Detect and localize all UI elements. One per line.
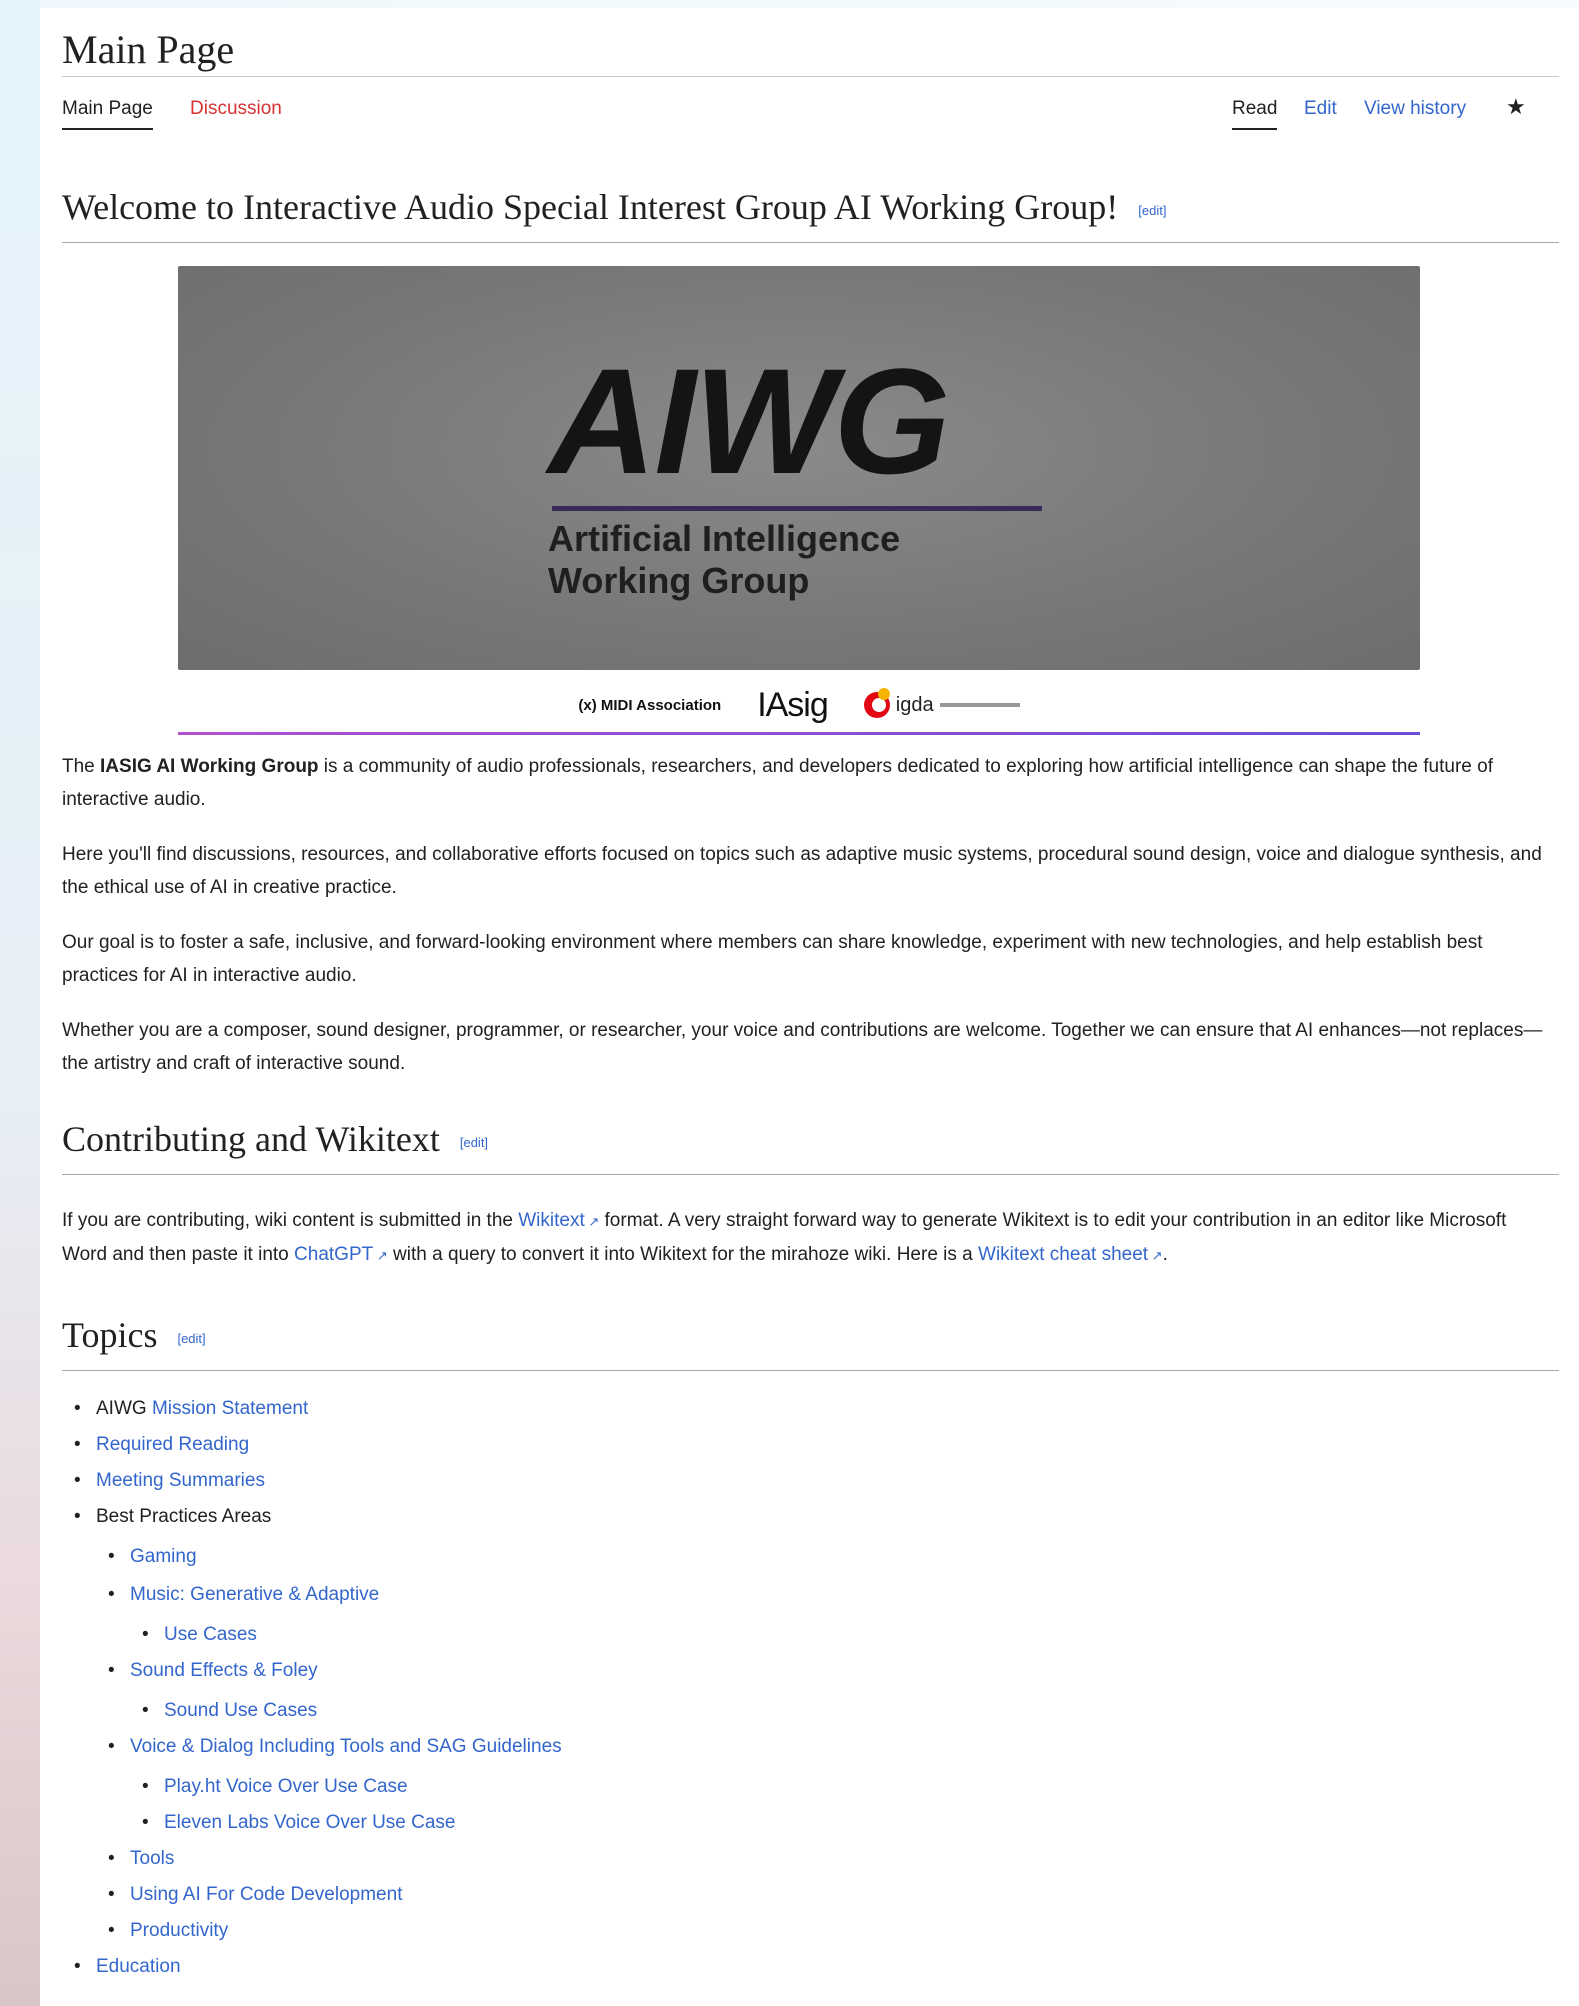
contributing-heading-text: Contributing and Wikitext [62,1119,440,1159]
aiwg-logo-subtitle: Artificial Intelligence Working Group [548,518,900,602]
partner-logos: (x) MIDI Association IAsig igda [178,676,1420,734]
intro-paragraph-3: Our goal is to foster a safe, inclusive,… [62,932,1483,986]
topic-link[interactable]: Gaming [130,1546,197,1567]
page-title: Main Page [62,27,235,72]
watch-star-icon[interactable]: ★ [1506,94,1526,128]
wiki-page: Main Page Main Page Discussion Read Edit… [40,8,1579,2006]
tab-read[interactable]: Read [1232,98,1278,130]
contributing-text-1: If you are contributing, wiki content is… [62,1210,519,1231]
igda-mark-icon [863,688,890,718]
intro-p1-bold: IASIG AI Working Group [100,756,319,777]
topic-link[interactable]: Sound Effects & Foley [130,1660,318,1681]
topic-list-item: Productivity [108,1920,228,1942]
intro-paragraph-1: The IASIG AI Working Group is a communit… [62,750,1552,816]
topic-link[interactable]: Eleven Labs Voice Over Use Case [164,1812,456,1833]
topic-list-item: Best Practices Areas [74,1506,272,1528]
contributing-divider [62,1174,1559,1175]
tab-view-history[interactable]: View history [1364,98,1466,128]
topic-link[interactable]: Play.ht Voice Over Use Case [164,1776,408,1797]
topic-list-item: Sound Effects & Foley [108,1660,318,1682]
topic-list-item: Using AI For Code Development [108,1884,403,1906]
topic-link[interactable]: Meeting Summaries [96,1470,265,1491]
intro-paragraph-2: Here you'll find discussions, resources,… [62,844,1542,898]
aiwg-subtitle-line2: Working Group [548,560,810,601]
intro-p1-pre: The [62,756,101,777]
topic-prefix: AIWG [96,1398,152,1419]
topic-list-item: Education [74,1956,181,1978]
topics-divider [62,1370,1559,1371]
topic-list-item: Meeting Summaries [74,1470,265,1492]
topic-list-item: Eleven Labs Voice Over Use Case [142,1812,456,1834]
topic-link[interactable]: Voice & Dialog Including Tools and SAG G… [130,1736,562,1757]
igda-logo: igda [863,688,1020,718]
topic-link[interactable]: Music: Generative & Adaptive [130,1584,379,1605]
topic-list-item: Tools [108,1848,175,1870]
topic-link[interactable]: Education [96,1956,181,1977]
aiwg-banner-image: AIWG Artificial Intelligence Working Gro… [178,266,1420,670]
external-link-icon: ↗ [584,1214,600,1229]
external-link-icon: ↗ [373,1248,388,1263]
welcome-heading-text: Welcome to Interactive Audio Special Int… [62,187,1119,227]
topic-link[interactable]: Required Reading [96,1434,249,1455]
topics-heading: Topics [edit] [62,1314,206,1356]
topic-list-item: Use Cases [142,1624,257,1646]
contributing-edit-link[interactable]: [edit] [460,1135,488,1150]
welcome-divider [62,242,1559,243]
page-tabs: Main Page Discussion Read Edit View hist… [62,94,1559,138]
topic-list-item: Play.ht Voice Over Use Case [142,1776,408,1798]
contributing-text-3: with a query to convert it into Wikitext… [387,1244,979,1265]
aiwg-subtitle-line1: Artificial Intelligence [548,518,901,559]
igda-logo-text: igda [895,693,934,716]
wikitext-link[interactable]: Wikitext [518,1210,585,1231]
welcome-heading: Welcome to Interactive Audio Special Int… [62,186,1166,228]
aiwg-logo-underline [552,506,1042,511]
topics-heading-text: Topics [62,1315,158,1355]
welcome-edit-link[interactable]: [edit] [1138,203,1166,218]
tab-main-page[interactable]: Main Page [62,98,153,130]
topic-link[interactable]: Productivity [130,1920,228,1941]
contributing-text-4: . [1162,1244,1168,1265]
title-divider [62,76,1559,77]
chatgpt-link[interactable]: ChatGPT [294,1244,373,1265]
banner-gradient-line [178,732,1420,735]
topic-list-item: Music: Generative & Adaptive [108,1584,379,1606]
topic-link[interactable]: Using AI For Code Development [130,1884,402,1905]
topic-link[interactable]: Mission Statement [152,1398,308,1419]
contributing-paragraph: If you are contributing, wiki content is… [62,1204,1552,1272]
topic-list-item: Voice & Dialog Including Tools and SAG G… [108,1736,562,1758]
topic-link[interactable]: Tools [130,1848,174,1869]
intro-paragraph-4: Whether you are a composer, sound design… [62,1020,1543,1074]
topic-list-item: AIWG Mission Statement [74,1398,308,1420]
midi-association-logo: (x) MIDI Association [578,696,722,714]
aiwg-logo-text: AIWG [548,337,950,505]
external-link-icon: ↗ [1148,1248,1163,1263]
tab-edit[interactable]: Edit [1304,98,1337,128]
topics-edit-link[interactable]: [edit] [177,1331,205,1346]
wikitext-cheat-sheet-link[interactable]: Wikitext cheat sheet [978,1244,1148,1265]
iasig-logo: IAsig [757,685,829,724]
topic-list-item: Required Reading [74,1434,249,1456]
topic-list-item: Sound Use Cases [142,1700,317,1722]
topic-link[interactable]: Sound Use Cases [164,1700,317,1721]
topic-link[interactable]: Use Cases [164,1624,257,1645]
topic-label: Best Practices Areas [96,1506,272,1527]
tab-discussion[interactable]: Discussion [190,98,282,128]
igda-tagline-decoration [939,703,1020,707]
left-background-strip [0,0,40,2006]
contributing-heading: Contributing and Wikitext [edit] [62,1118,488,1160]
topic-list-item: Gaming [108,1546,197,1568]
